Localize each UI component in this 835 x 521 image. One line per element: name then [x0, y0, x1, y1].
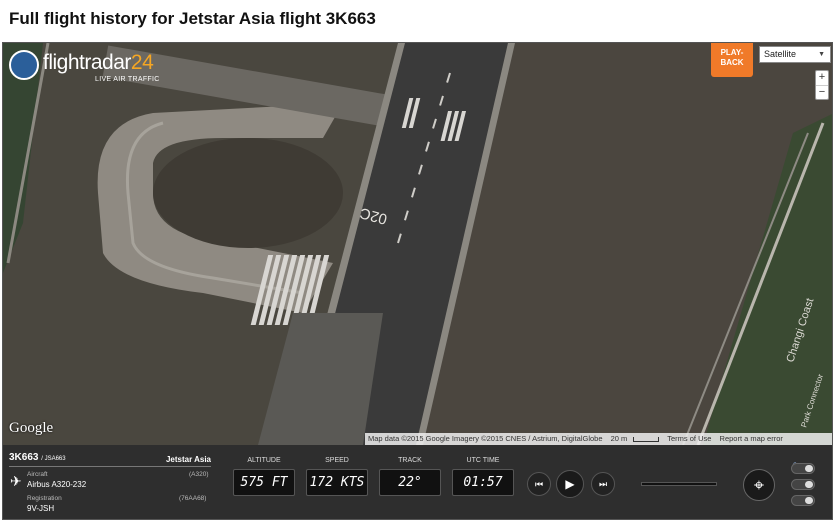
logo-number: 24 [130, 51, 154, 74]
alt-callsign: / JSA663 [41, 456, 66, 462]
flight-callsign: 3K663 / JSA663 [9, 452, 66, 463]
aircraft-code: (A320) [189, 471, 209, 478]
registration-code: (76AA68) [179, 495, 207, 502]
play-button[interactable]: ▶ [556, 470, 584, 498]
radar-globe-icon [9, 50, 39, 80]
track-label: TRACK [398, 457, 422, 464]
speed-value: 172 KTS [306, 469, 368, 496]
logo-tagline: LIVE AIR TRAFFIC [95, 76, 160, 83]
flightradar24-logo: flightradar24 LIVE AIR TRAFFIC [9, 48, 169, 88]
speed-metric: SPEED 172 KTS [306, 457, 368, 496]
map-attribution: Map data ©2015 Google Imagery ©2015 CNES… [365, 433, 832, 445]
registration-label: Registration [27, 495, 62, 502]
rewind-button[interactable]: ⏮ [527, 472, 551, 496]
chevron-down-icon: ▼ [818, 51, 825, 58]
toggle-knob [805, 465, 813, 472]
report-error-link[interactable]: Report a map error [720, 434, 783, 443]
utc-time-label: UTC TIME [466, 457, 500, 464]
airline-name: Jetstar Asia [165, 455, 211, 464]
zoom-in-button[interactable]: + [816, 71, 828, 85]
scale-bar [633, 436, 660, 442]
playback-label-1: PLAY- [720, 48, 744, 57]
map-type-value: Satellite [764, 49, 797, 59]
locate-aircraft-button[interactable]: ⌖ [743, 469, 775, 501]
registration-value: 9V-JSH [27, 504, 55, 513]
altitude-value: 575 FT [233, 469, 295, 496]
night-mode-toggle[interactable] [791, 463, 815, 474]
map-data-credit: Map data ©2015 Google Imagery ©2015 CNES… [368, 434, 603, 443]
toggle-knob [805, 481, 813, 488]
aircraft-value: Airbus A320-232 [27, 480, 87, 489]
utc-time-value: 01:57 [452, 469, 514, 496]
logo-prefix: flightradar [43, 51, 131, 74]
labels-toggle[interactable] [791, 479, 815, 490]
logo-text: flightradar24 [43, 51, 154, 75]
speed-label: SPEED [325, 457, 349, 464]
scale-label: 20 m [610, 434, 628, 443]
airplane-icon: ✈ [10, 473, 22, 489]
utc-time-metric: UTC TIME 01:57 [452, 457, 514, 496]
image-toggle[interactable] [791, 495, 815, 506]
track-metric: TRACK 22° [379, 457, 441, 496]
flight-header: 3K663 / JSA663 Jetstar Asia [9, 449, 211, 467]
fast-forward-button[interactable]: ⏭ [591, 472, 615, 496]
playback-slider[interactable] [641, 482, 717, 486]
toggle-knob [805, 497, 813, 504]
map-type-select[interactable]: Satellite ▼ [759, 46, 831, 63]
flight-viewer: 02C Changi Coast Park Connector flightra… [2, 42, 833, 520]
satellite-imagery: 02C Changi Coast Park Connector [3, 43, 832, 445]
aircraft-label: Aircraft [27, 471, 48, 478]
page-title: Full flight history for Jetstar Asia fli… [9, 9, 376, 28]
track-value: 22° [379, 469, 441, 496]
playback-label-2: BACK [720, 58, 744, 67]
altitude-metric: ALTITUDE 575 FT [233, 457, 295, 496]
playback-button[interactable]: PLAY- BACK [711, 43, 753, 77]
terms-link[interactable]: Terms of Use [667, 434, 711, 443]
map-view[interactable]: 02C Changi Coast Park Connector flightra… [3, 43, 832, 445]
page: Full flight history for Jetstar Asia fli… [0, 0, 835, 521]
zoom-out-button[interactable]: − [816, 86, 828, 100]
zoom-control: + − [815, 70, 829, 100]
flight-info-panel: 3K663 / JSA663 Jetstar Asia ✈ Aircraft A… [3, 445, 832, 519]
google-logo: Google [9, 420, 54, 436]
callsign-value: 3K663 [9, 452, 39, 463]
altitude-label: ALTITUDE [247, 457, 281, 464]
